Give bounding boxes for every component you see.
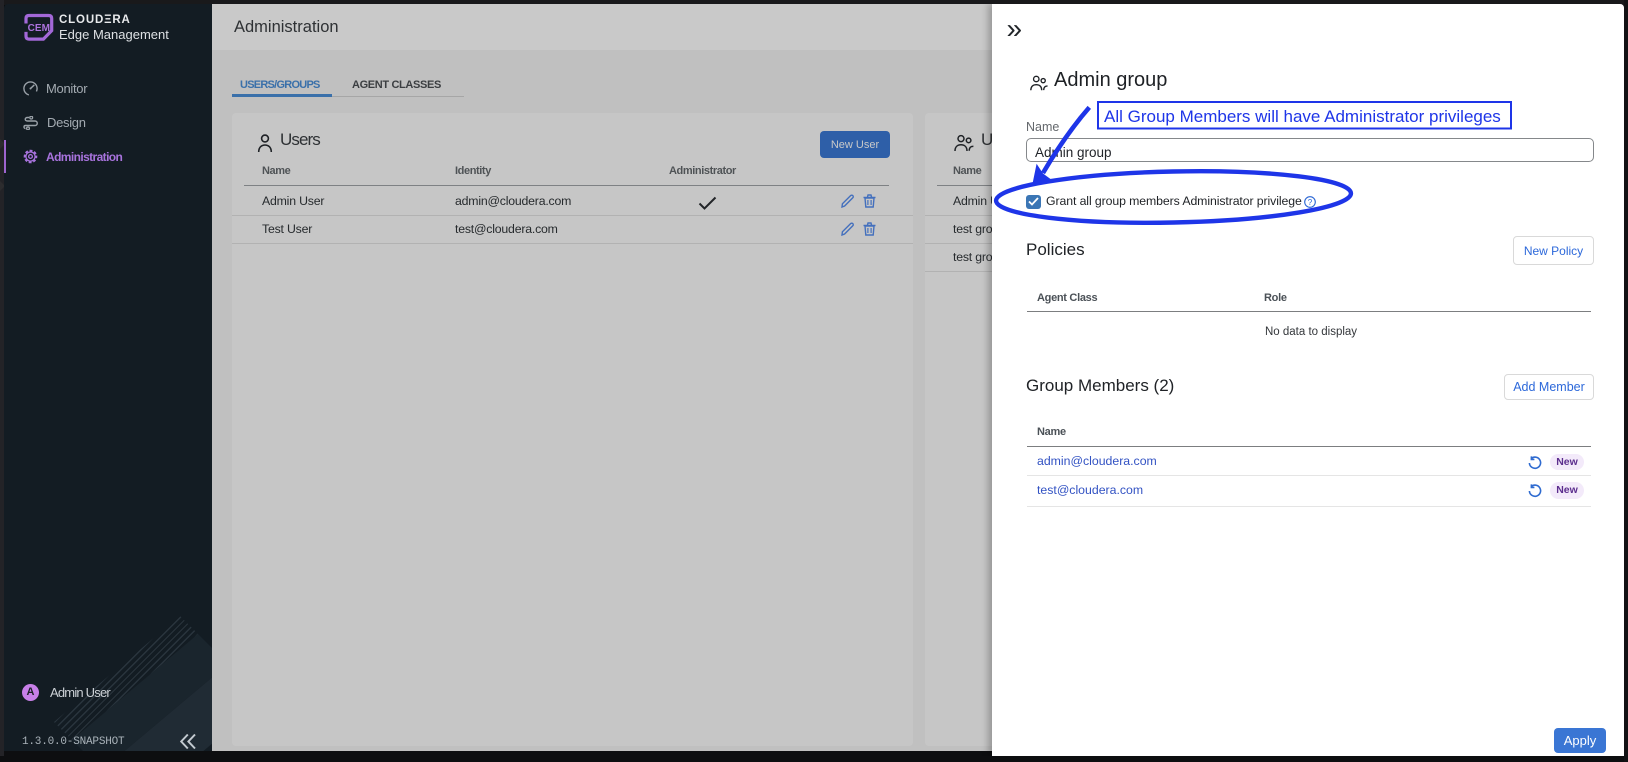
svg-text:CEM: CEM	[28, 23, 50, 34]
svg-text:All Group Members will have Ad: All Group Members will have Administrato…	[1104, 107, 1501, 126]
